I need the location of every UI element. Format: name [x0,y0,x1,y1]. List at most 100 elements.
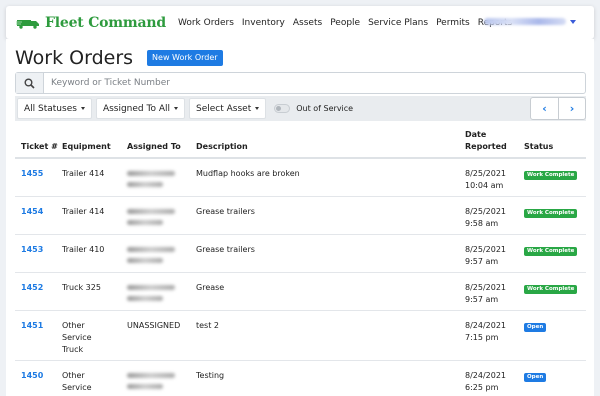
status-badge: Open [524,372,547,382]
date-cell: 8/25/2021 10:04 am [465,158,524,196]
status-filter-dropdown[interactable]: All Statuses [17,98,92,119]
table-row[interactable]: 1452 Truck 325 Grease 8/25/2021 9:57 am W… [15,272,586,310]
table-row[interactable]: 1454 Trailer 414 Grease trailers 8/25/20… [15,196,586,234]
nav-work-orders[interactable]: Work Orders [178,18,234,28]
header-status[interactable]: Status [524,123,586,158]
redacted-name [127,372,175,378]
date-value: 8/24/2021 [465,320,507,330]
nav-service-plans[interactable]: Service Plans [368,18,428,28]
date-cell: 8/25/2021 9:58 am [465,196,524,234]
filter-bar: All Statuses Assigned To All Select Asse… [15,96,586,121]
asset-filter-label: Select Asset [196,103,252,114]
equipment-cell: Truck 325 [62,282,101,292]
header-description[interactable]: Description [196,123,465,158]
header-ticket[interactable]: Ticket # [15,123,62,158]
assigned-cell [127,196,196,234]
ticket-link[interactable]: 1454 [21,207,43,216]
redacted-name [127,284,175,290]
redacted-name [127,182,163,187]
redacted-name [127,208,175,214]
nav-inventory[interactable]: Inventory [242,18,285,28]
status-filter-label: All Statuses [24,103,77,114]
main-nav: Work Orders Inventory Assets People Serv… [178,18,520,28]
time-value: 9:58 am [465,218,499,228]
nav-assets[interactable]: Assets [293,18,322,28]
status-cell: Work Complete [524,272,586,310]
redacted-name [127,257,163,263]
status-cell: Work Complete [524,196,586,234]
redacted-user-email [484,18,566,25]
out-of-service-toggle[interactable] [274,104,291,113]
redacted-name [127,383,163,389]
table-row[interactable]: 1450 Other Service Testing 8/24/2021 6:25… [15,360,586,396]
header-assigned-to[interactable]: Assigned To [127,123,196,158]
table-row[interactable]: 1455 Trailer 414 Mudflap hooks are broke… [15,158,586,196]
ticket-link[interactable]: 1450 [21,371,43,380]
pagination: ‹ › [530,97,586,120]
title-row: Work Orders New Work Order [15,47,223,69]
redacted-name [127,295,163,301]
time-value: 10:04 am [465,181,504,190]
ticket-link[interactable]: 1455 [21,169,43,178]
chevron-down-icon [570,19,576,24]
top-navbar: Fleet Command Work Orders Inventory Asse… [6,6,594,39]
date-cell: 8/24/2021 7:15 pm [465,310,524,360]
out-of-service-label: Out of Service [296,104,354,113]
description-cell: Testing [196,370,225,380]
nav-people[interactable]: People [330,18,360,28]
description-cell: Mudflap hooks are broken [196,169,300,178]
description-cell: Grease trailers [196,244,255,254]
ticket-link[interactable]: 1453 [21,245,43,254]
equipment-cell: Other Service [62,370,92,392]
ticket-link[interactable]: 1451 [21,321,43,330]
main-content: Work Orders New Work Order All Statuses … [6,39,594,396]
time-value: 9:57 am [465,294,499,304]
chevron-down-icon [255,107,260,110]
redacted-name [127,171,175,176]
next-page-button[interactable]: › [558,98,585,119]
work-orders-table: Ticket # Equipment Assigned To Descripti… [15,123,586,396]
description-cell: Grease [196,282,225,292]
asset-filter-dropdown[interactable]: Select Asset [189,98,267,119]
date-value: 8/25/2021 [465,206,507,216]
date-value: 8/25/2021 [465,169,507,178]
table-row[interactable]: 1451 Other Service Truck UNASSIGNED test… [15,310,586,360]
header-equipment[interactable]: Equipment [62,123,127,158]
status-badge: Work Complete [524,171,578,180]
date-cell: 8/24/2021 6:25 pm [465,360,524,396]
date-value: 8/25/2021 [465,244,507,254]
search-icon [16,73,44,93]
header-date-reported[interactable]: Date Reported [465,123,524,158]
description-cell: Grease trailers [196,206,255,216]
assigned-filter-dropdown[interactable]: Assigned To All [95,98,185,119]
date-cell: 8/25/2021 9:57 am [465,234,524,272]
search-bar [15,72,586,94]
assigned-cell: UNASSIGNED [127,320,181,330]
prev-page-button[interactable]: ‹ [531,98,558,119]
ticket-link[interactable]: 1452 [21,283,43,292]
status-cell: Open [524,360,586,396]
page: Fleet Command Work Orders Inventory Asse… [0,0,600,396]
status-badge: Work Complete [524,284,578,294]
page-title: Work Orders [15,47,134,69]
assigned-cell [127,360,196,396]
chevron-down-icon [80,107,85,110]
search-input[interactable] [44,73,585,93]
equipment-cell: Trailer 410 [62,244,105,254]
time-value: 9:57 am [465,256,499,266]
brand-logo[interactable]: Fleet Command [16,15,166,31]
date-cell: 8/25/2021 9:57 am [465,272,524,310]
date-value: 8/24/2021 [465,370,507,380]
redacted-name [127,246,175,252]
status-cell: Open [524,310,586,360]
nav-permits[interactable]: Permits [436,18,470,28]
status-badge: Open [524,322,547,332]
status-badge: Work Complete [524,246,578,256]
table-row[interactable]: 1453 Trailer 410 Grease trailers 8/25/20… [15,234,586,272]
user-menu[interactable] [484,18,576,25]
date-value: 8/25/2021 [465,282,507,292]
new-work-order-button[interactable]: New Work Order [147,50,223,66]
table-header-row: Ticket # Equipment Assigned To Descripti… [15,123,586,158]
equipment-cell: Trailer 414 [62,169,105,178]
status-cell: Work Complete [524,234,586,272]
